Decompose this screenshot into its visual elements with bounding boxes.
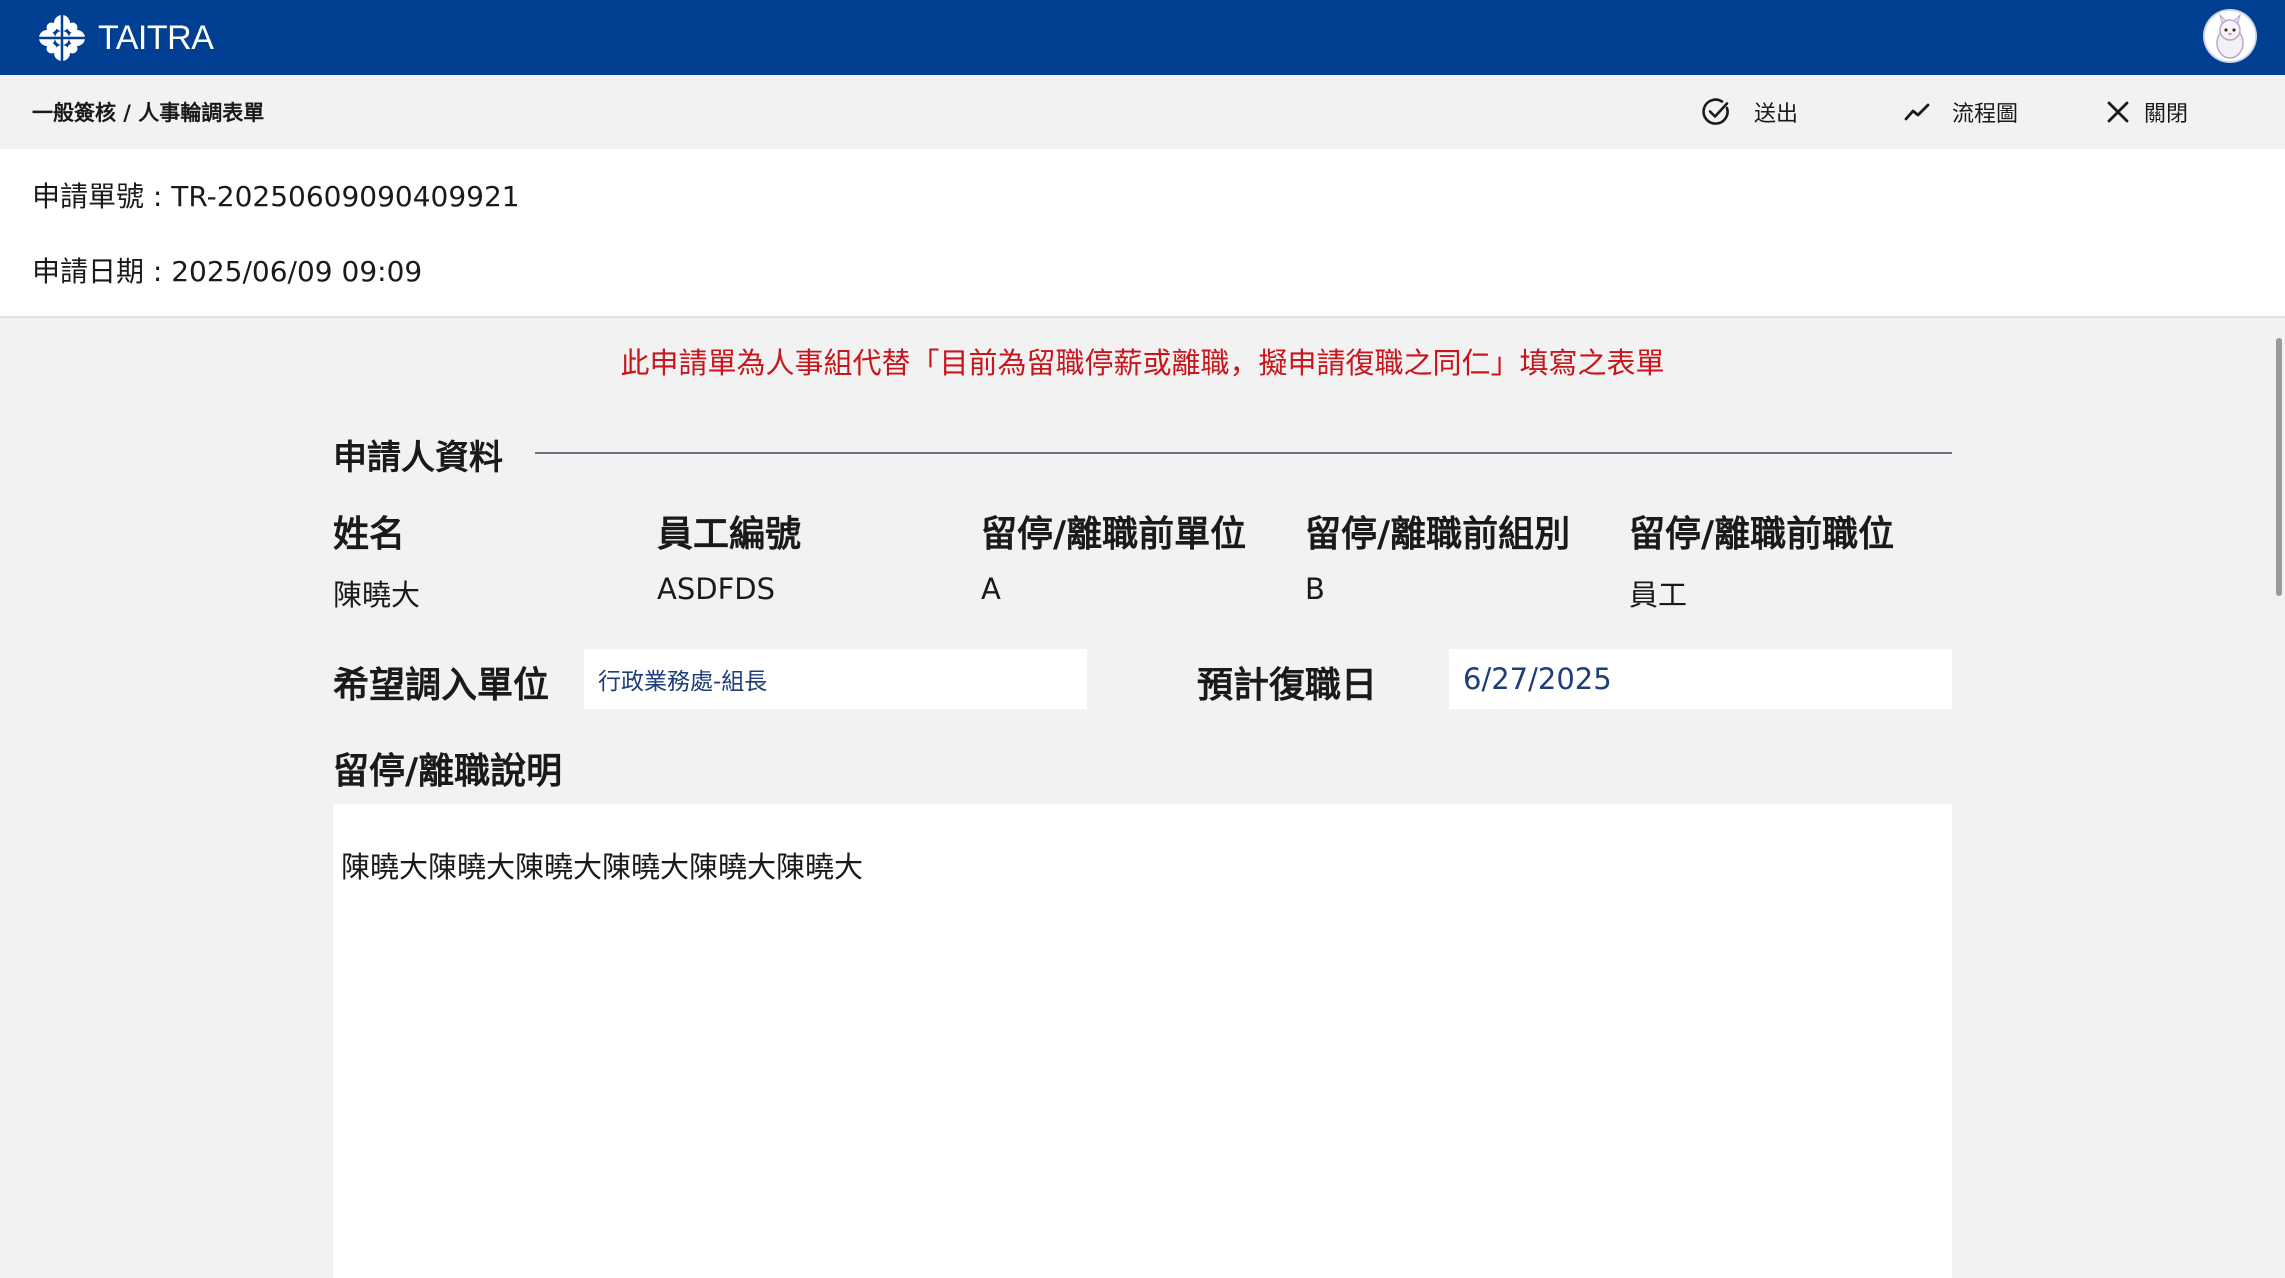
section-title-applicant: 申請人資料 <box>333 438 503 478</box>
breadcrumb: 一般簽核 / 人事輪調表單 <box>32 101 265 125</box>
previous-position-value: 員工 <box>1629 578 1688 612</box>
top-bar: TAITRA <box>0 0 2285 75</box>
close-label: 關閉 <box>2144 102 2189 127</box>
check-circle-icon <box>1702 98 1729 125</box>
taitra-logo[interactable]: TAITRA <box>36 10 214 66</box>
explanation-textarea[interactable]: 陳曉大陳曉大陳曉大陳曉大陳曉大陳曉大 <box>333 804 1952 1278</box>
flowchart-button[interactable]: 流程圖 <box>1904 95 2018 129</box>
name-label: 姓名 <box>333 514 406 555</box>
application-info: 申請單號 : TR-20250609090409921 申請日期 : 2025/… <box>0 149 2285 318</box>
taitra-logo-icon <box>38 14 86 62</box>
employee-id-value: ASDFDS <box>657 572 775 606</box>
section-divider <box>535 452 1952 454</box>
employee-id-label: 員工編號 <box>657 514 802 555</box>
name-value: 陳曉大 <box>333 578 421 612</box>
target-unit-field[interactable]: 行政業務處-組長 <box>584 649 1087 709</box>
user-avatar[interactable] <box>2205 11 2255 61</box>
submit-button[interactable]: 送出 <box>1700 95 1798 129</box>
toolbar: 一般簽核 / 人事輪調表單 送出 流程圖 關閉 <box>0 75 2285 149</box>
form-notice: 此申請單為人事組代替「目前為留職停薪或離職，擬申請復職之同仁」填寫之表單 <box>620 346 1665 380</box>
close-icon <box>2107 101 2129 123</box>
trend-line-icon <box>1904 103 1930 121</box>
previous-group-value: B <box>1305 572 1325 606</box>
previous-group-label: 留停/離職前組別 <box>1305 514 1571 555</box>
target-unit-label: 希望調入單位 <box>333 665 550 706</box>
previous-unit-value: A <box>981 572 1001 606</box>
explanation-label: 留停/離職說明 <box>333 751 563 792</box>
previous-unit-label: 留停/離職前單位 <box>981 514 1247 555</box>
avatar-icon <box>2205 11 2255 61</box>
return-date-field[interactable]: 6/27/2025 <box>1449 649 1952 709</box>
logo-text: TAITRA <box>98 18 214 57</box>
return-date-label: 預計復職日 <box>1197 665 1378 706</box>
application-date: 申請日期 : 2025/06/09 09:09 <box>32 255 423 288</box>
flowchart-label: 流程圖 <box>1952 102 2019 127</box>
submit-label: 送出 <box>1754 102 1799 127</box>
previous-position-label: 留停/離職前職位 <box>1629 514 1895 555</box>
close-button[interactable]: 關閉 <box>2106 95 2188 129</box>
application-number: 申請單號 : TR-20250609090409921 <box>32 180 520 213</box>
